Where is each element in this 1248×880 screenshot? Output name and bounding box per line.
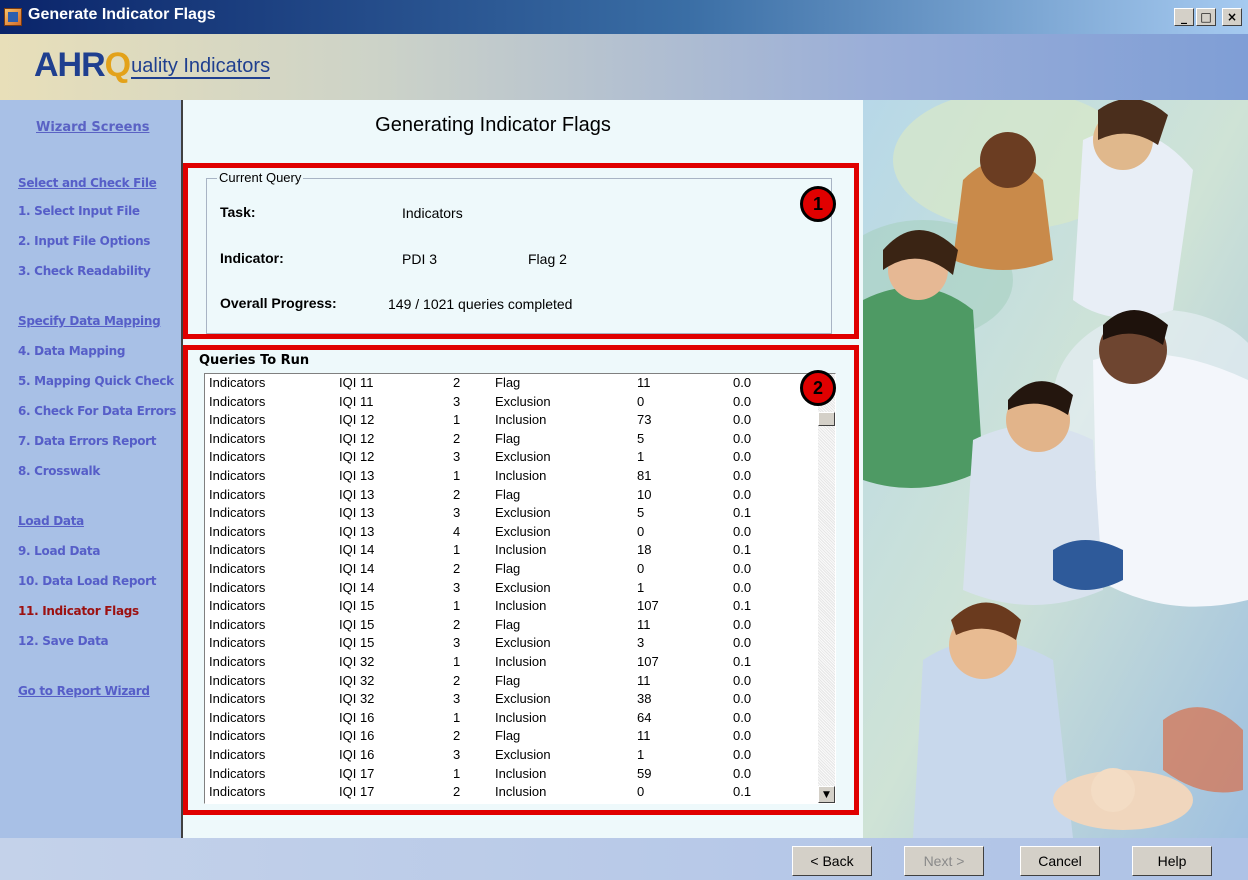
title-bar: Generate Indicator Flags _ □ ×	[0, 0, 1248, 34]
window-title: Generate Indicator Flags	[28, 6, 216, 23]
minimize-button[interactable]: _	[1174, 8, 1194, 26]
sidebar-item-4-data-mapping[interactable]: 4. Data Mapping	[18, 344, 125, 358]
wizard-sidebar: Wizard Screens Select and Check File 1. S…	[0, 100, 183, 838]
sidebar-section-go-to-report-wizard[interactable]: Go to Report Wizard	[18, 684, 150, 698]
logo-ahr-text: AHR	[34, 46, 106, 84]
ahrq-logo: AHR Q uality Indicators	[34, 46, 271, 84]
sidebar-item-2-input-file-options[interactable]: 2. Input File Options	[18, 234, 150, 248]
sidebar-item-10-data-load-report[interactable]: 10. Data Load Report	[18, 574, 156, 588]
annotation-badge-1: 1	[800, 186, 836, 222]
sidebar-item-7-data-errors-report[interactable]: 7. Data Errors Report	[18, 434, 157, 448]
annotation-box-1	[183, 163, 859, 339]
sidebar-item-9-load-data[interactable]: 9. Load Data	[18, 544, 100, 558]
sidebar-section-select-and-check-file[interactable]: Select and Check File	[18, 176, 157, 190]
sidebar-heading[interactable]: Wizard Screens	[36, 120, 149, 135]
back-button[interactable]: < Back	[792, 846, 872, 876]
cancel-button[interactable]: Cancel	[1020, 846, 1100, 876]
next-button[interactable]: Next >	[904, 846, 984, 876]
sidebar-item-1-select-input-file[interactable]: 1. Select Input File	[18, 204, 140, 218]
sidebar-section-specify-data-mapping[interactable]: Specify Data Mapping	[18, 314, 161, 328]
logo-q-text: Q	[104, 46, 132, 84]
logo-quality-indicators-text: uality Indicators	[131, 55, 271, 79]
annotation-box-2	[183, 345, 859, 815]
annotation-badge-2: 2	[800, 370, 836, 406]
window-controls: _ □ ×	[1174, 8, 1242, 26]
help-button[interactable]: Help	[1132, 846, 1212, 876]
illustration-image	[863, 100, 1248, 838]
banner: AHR Q uality Indicators	[0, 34, 1248, 100]
page-title: Generating Indicator Flags	[375, 114, 611, 136]
sidebar-item-5-mapping-quick-check[interactable]: 5. Mapping Quick Check	[18, 374, 174, 388]
sidebar-item-11-indicator-flags[interactable]: 11. Indicator Flags	[18, 604, 139, 618]
sidebar-item-6-check-for-data-errors[interactable]: 6. Check For Data Errors	[18, 404, 176, 418]
sidebar-item-8-crosswalk[interactable]: 8. Crosswalk	[18, 464, 100, 478]
app-icon	[4, 8, 22, 26]
sidebar-item-12-save-data[interactable]: 12. Save Data	[18, 634, 109, 648]
maximize-button[interactable]: □	[1196, 8, 1216, 26]
sidebar-item-3-check-readability[interactable]: 3. Check Readability	[18, 264, 151, 278]
close-button[interactable]: ×	[1222, 8, 1242, 26]
medical-staff-illustration	[863, 100, 1248, 838]
sidebar-section-load-data[interactable]: Load Data	[18, 514, 84, 528]
